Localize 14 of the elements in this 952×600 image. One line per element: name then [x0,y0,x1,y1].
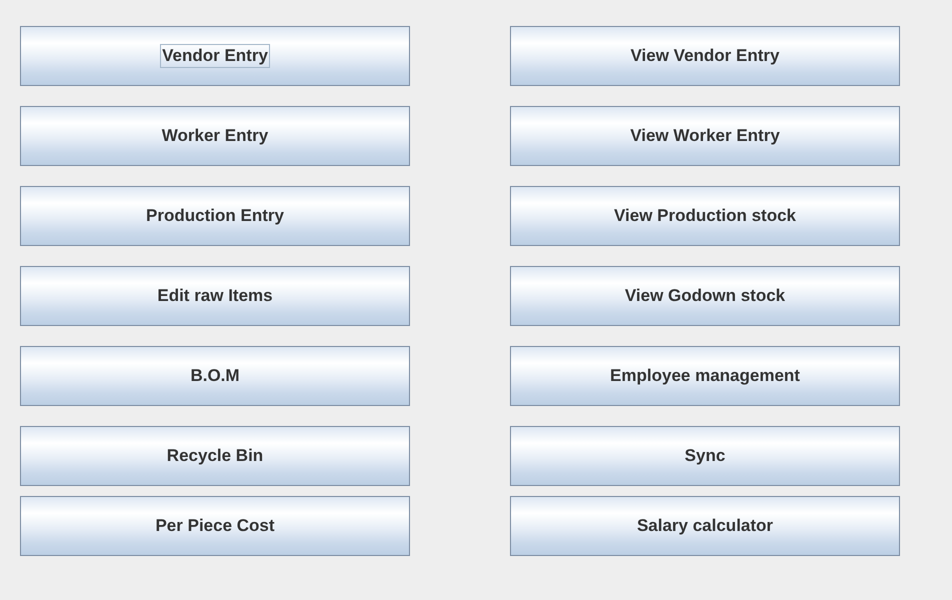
menu-button[interactable]: Salary calculator [510,496,900,556]
menu-button[interactable]: View Worker Entry [510,106,900,166]
menu-button[interactable]: Recycle Bin [20,426,410,486]
menu-button[interactable]: Worker Entry [20,106,410,166]
menu-button[interactable]: View Vendor Entry [510,26,900,86]
menu-button[interactable]: View Production stock [510,186,900,246]
menu-button[interactable]: Vendor Entry [20,26,410,86]
menu-button[interactable]: Per Piece Cost [20,496,410,556]
menu-button[interactable]: Sync [510,426,900,486]
menu-button[interactable]: View Godown stock [510,266,900,326]
menu-button[interactable]: Employee management [510,346,900,406]
menu-button[interactable]: B.O.M [20,346,410,406]
menu-button[interactable]: Edit raw Items [20,266,410,326]
menu-button[interactable]: Production Entry [20,186,410,246]
